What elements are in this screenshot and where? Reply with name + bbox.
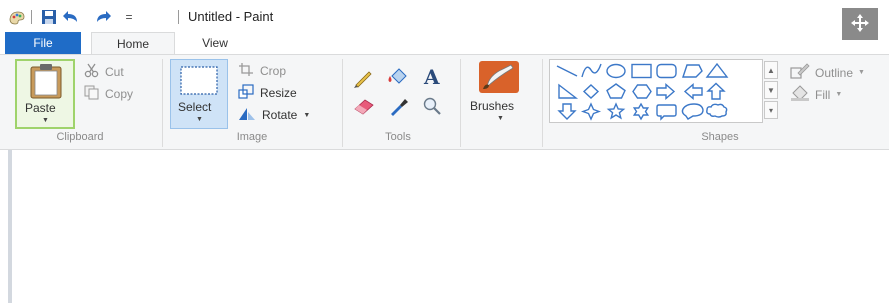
tab-home[interactable]: Home bbox=[91, 32, 175, 54]
group-separator bbox=[342, 59, 343, 147]
shapes-scroll-down-icon[interactable]: ▼ bbox=[764, 81, 778, 99]
rotate-label: Rotate bbox=[262, 108, 298, 122]
group-label-clipboard: Clipboard bbox=[56, 131, 104, 143]
hexagon-shape-icon bbox=[632, 84, 652, 99]
oval-callout-shape-icon bbox=[681, 103, 704, 120]
redo-icon[interactable] bbox=[94, 8, 112, 26]
outline-dropdown-arrow-icon[interactable]: ▼ bbox=[858, 69, 865, 76]
rounded-callout-shape-icon bbox=[656, 104, 677, 121]
rounded-rectangle-shape-icon bbox=[656, 63, 677, 79]
shapes-gallery-canvas bbox=[556, 62, 729, 121]
right-arrow-shape-icon bbox=[656, 82, 676, 101]
group-label-image: Image bbox=[236, 131, 268, 143]
cut-label: Cut bbox=[105, 65, 124, 79]
pentagon-shape-icon bbox=[606, 83, 626, 99]
shapes-expand-icon[interactable]: ▾ bbox=[764, 101, 778, 119]
rotate-icon bbox=[238, 106, 256, 124]
resize-label: Resize bbox=[260, 86, 297, 100]
group-separator bbox=[542, 59, 543, 147]
outline-button[interactable]: Outline ▼ bbox=[790, 63, 865, 82]
cut-button[interactable]: Cut bbox=[84, 63, 124, 81]
qat-separator bbox=[31, 10, 32, 24]
group-separator bbox=[162, 59, 163, 147]
group-label-tools: Tools bbox=[385, 131, 411, 143]
five-point-star-shape-icon bbox=[606, 102, 626, 120]
copy-label: Copy bbox=[105, 87, 134, 101]
line-shape-icon bbox=[556, 65, 578, 77]
save-icon[interactable] bbox=[40, 8, 58, 26]
copy-button[interactable]: Copy bbox=[84, 85, 133, 103]
undo-icon[interactable] bbox=[62, 8, 80, 26]
curve-shape-icon bbox=[581, 63, 602, 78]
text-icon[interactable]: A bbox=[424, 65, 440, 89]
fill-icon bbox=[790, 85, 810, 104]
brush-icon bbox=[477, 59, 521, 98]
paste-label: Paste bbox=[25, 101, 56, 115]
title-separator bbox=[178, 10, 179, 24]
window-title: Untitled - Paint bbox=[188, 9, 274, 24]
ribbon: Paste ▼ Cut Copy Clipboard Select ▼ Crop… bbox=[0, 54, 889, 150]
canvas-border bbox=[8, 150, 12, 303]
select-button[interactable]: Select ▼ bbox=[170, 59, 228, 129]
triangle-shape-icon bbox=[705, 62, 729, 78]
crop-label: Crop bbox=[260, 64, 287, 78]
tab-file[interactable]: File bbox=[5, 32, 81, 54]
clipboard-icon bbox=[29, 63, 63, 102]
six-point-star-shape-icon bbox=[632, 102, 650, 121]
group-label-shapes: Shapes bbox=[701, 131, 739, 143]
fill-bucket-icon[interactable] bbox=[386, 67, 410, 90]
rotate-button[interactable]: Rotate ▼ bbox=[238, 106, 310, 124]
paste-dropdown-arrow-icon[interactable]: ▼ bbox=[42, 117, 49, 124]
eraser-icon[interactable] bbox=[353, 97, 377, 118]
rectangle-shape-icon bbox=[631, 63, 652, 79]
fill-button[interactable]: Fill ▼ bbox=[790, 85, 842, 104]
outline-icon bbox=[790, 63, 810, 82]
resize-button[interactable]: Resize bbox=[238, 84, 297, 102]
brushes-dropdown-arrow-icon[interactable]: ▼ bbox=[497, 115, 504, 122]
select-dropdown-arrow-icon[interactable]: ▼ bbox=[196, 116, 203, 123]
cloud-callout-shape-icon bbox=[706, 103, 728, 118]
four-point-star-shape-icon bbox=[580, 102, 602, 121]
brushes-label: Brushes bbox=[470, 99, 515, 113]
left-arrow-shape-icon bbox=[683, 82, 703, 101]
magnifier-icon[interactable] bbox=[422, 96, 444, 119]
color-picker-icon[interactable] bbox=[388, 96, 410, 119]
paint-app-icon[interactable] bbox=[8, 8, 26, 26]
crop-button[interactable]: Crop bbox=[238, 62, 286, 80]
select-rectangle-icon bbox=[179, 65, 219, 100]
resize-icon bbox=[238, 84, 254, 102]
polygon-shape-icon bbox=[682, 64, 703, 78]
title-bar: = Untitled - Paint bbox=[0, 0, 889, 40]
down-arrow-shape-icon bbox=[557, 103, 577, 120]
group-separator bbox=[460, 59, 461, 147]
copy-icon bbox=[84, 85, 100, 103]
rotate-dropdown-arrow-icon[interactable]: ▼ bbox=[303, 112, 310, 119]
drawing-canvas[interactable] bbox=[0, 150, 889, 303]
customize-qat-icon[interactable]: = bbox=[120, 8, 138, 26]
diamond-shape-icon bbox=[582, 84, 600, 99]
ribbon-tabs: File Home View bbox=[0, 32, 889, 54]
pencil-icon[interactable] bbox=[353, 68, 375, 91]
right-triangle-shape-icon bbox=[558, 83, 579, 99]
shapes-scroll-up-icon[interactable]: ▲ bbox=[764, 61, 778, 79]
select-label: Select bbox=[178, 100, 212, 114]
fill-dropdown-arrow-icon[interactable]: ▼ bbox=[835, 91, 842, 98]
up-arrow-shape-icon bbox=[706, 82, 726, 100]
fill-label: Fill bbox=[815, 87, 831, 102]
brushes-button[interactable]: Brushes ▼ bbox=[468, 59, 534, 129]
crop-icon bbox=[238, 62, 254, 80]
scissors-icon bbox=[84, 63, 100, 81]
shapes-gallery bbox=[549, 59, 763, 123]
outline-label: Outline bbox=[815, 65, 854, 80]
paste-button[interactable]: Paste ▼ bbox=[15, 59, 75, 129]
tab-view[interactable]: View bbox=[182, 32, 248, 54]
oval-shape-icon bbox=[606, 63, 626, 79]
